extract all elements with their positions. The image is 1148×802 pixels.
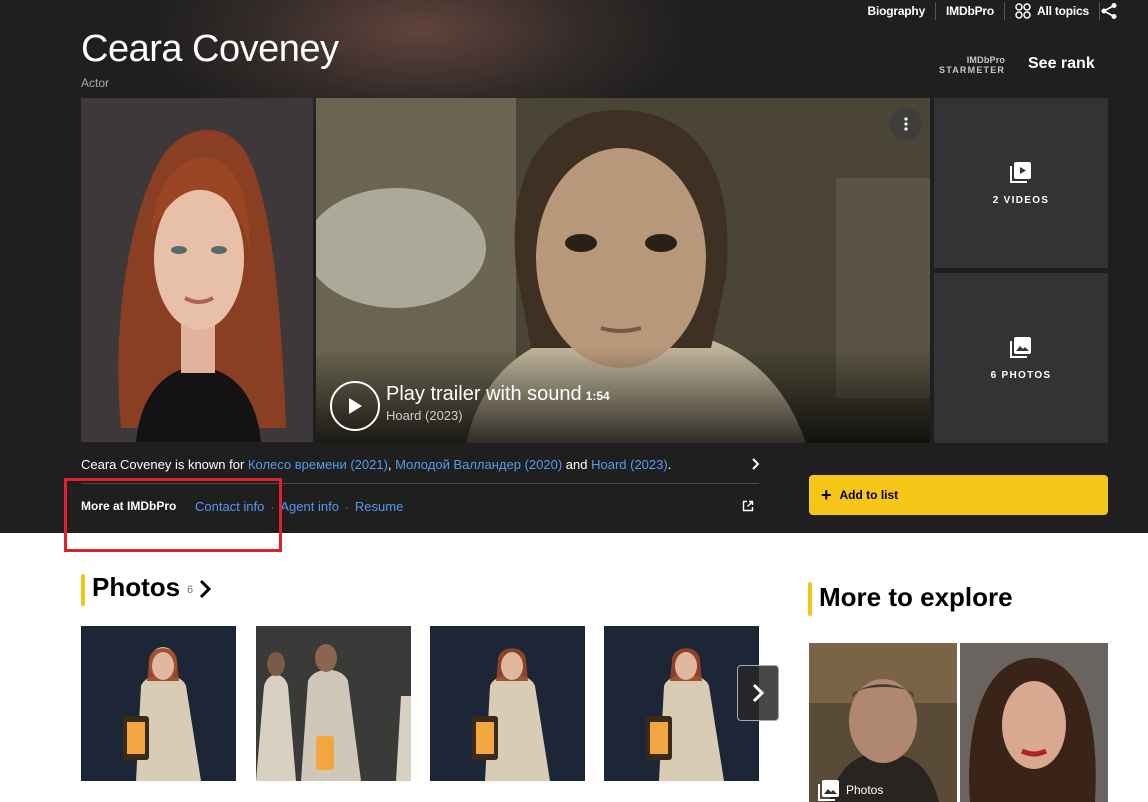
trailer-title: Hoard (2023)	[386, 408, 463, 423]
starmeter-label: IMDbPro STARMETER	[939, 55, 1005, 75]
hero-section: Biography IMDbPro All topics Ceara Coven…	[0, 0, 1148, 533]
photos-chevron-right-icon[interactable]	[197, 578, 213, 600]
photo-4-image	[604, 626, 759, 781]
agent-info-link[interactable]: Agent info	[280, 499, 339, 514]
video-options-button[interactable]	[890, 108, 922, 140]
photo-2-image	[256, 626, 411, 781]
highlight-annotation-box	[64, 478, 282, 552]
photos-section-title[interactable]: Photos	[92, 572, 180, 603]
photo-thumbnail-4[interactable]	[604, 626, 759, 781]
explore-section-accent	[808, 582, 812, 616]
photo-3-image	[430, 626, 585, 781]
trailer-label: Play trailer with sound	[386, 383, 582, 405]
known-for-link-2[interactable]: Молодой Валландер (2020)	[395, 457, 562, 472]
explore-photos-text: Photos	[846, 783, 884, 797]
resume-link[interactable]: Resume	[355, 499, 403, 514]
known-for-end: .	[667, 457, 672, 472]
add-to-list-label: Add to list	[839, 488, 899, 502]
see-rank-link[interactable]: See rank	[1028, 55, 1095, 73]
all-topics-label: All topics	[1036, 4, 1089, 18]
photo-thumbnail-2[interactable]	[256, 626, 411, 781]
known-for-link-1[interactable]: Колесо времени (2021)	[248, 457, 388, 472]
poster-portrait-image	[81, 98, 313, 442]
starmeter-title: STARMETER	[939, 65, 1006, 75]
explore-card-2[interactable]	[960, 643, 1108, 802]
photos-section-count: 6	[187, 584, 194, 596]
videos-tile[interactable]: 2 VIDEOS	[934, 98, 1108, 268]
all-topics-grid-icon	[1015, 3, 1031, 19]
chevron-right-icon[interactable]	[750, 456, 762, 472]
trailer-duration: 1:54	[585, 389, 610, 403]
nav-biography[interactable]: Biography	[858, 2, 937, 20]
external-link-icon[interactable]	[742, 500, 754, 512]
explore-card-2-image	[960, 643, 1108, 802]
nav-all-topics[interactable]: All topics	[1005, 2, 1100, 20]
starmeter-pro-label: IMDbPro	[966, 55, 1006, 65]
video-library-icon	[1010, 161, 1031, 183]
photo-1-image	[81, 626, 236, 781]
page-title: Ceara Coveney	[81, 28, 339, 70]
photo-thumbnail-3[interactable]	[430, 626, 585, 781]
photo-library-icon	[1010, 336, 1031, 358]
nav-imdbpro[interactable]: IMDbPro	[936, 2, 1005, 20]
more-vertical-icon	[904, 117, 908, 131]
known-for-prefix: Ceara Coveney is known for	[81, 457, 248, 472]
plus-icon: +	[821, 485, 832, 505]
explore-photos-label[interactable]: Photos	[818, 779, 883, 801]
photos-tile[interactable]: 6 PHOTOS	[934, 273, 1108, 443]
chevron-right-icon	[752, 683, 765, 703]
known-for-line: Ceara Coveney is known for Колесо времен…	[81, 457, 761, 472]
add-to-list-button[interactable]: + Add to list	[809, 475, 1108, 515]
photo-library-icon	[818, 780, 839, 801]
photos-next-button[interactable]	[737, 665, 779, 721]
photos-count-label: 6 PHOTOS	[990, 369, 1052, 381]
videos-count-label: 2 VIDEOS	[992, 194, 1050, 206]
play-icon	[349, 398, 362, 414]
play-trailer-button[interactable]	[330, 381, 380, 431]
known-for-link-3[interactable]: Hoard (2023)	[591, 457, 668, 472]
person-poster[interactable]	[81, 98, 313, 442]
share-icon[interactable]	[1100, 2, 1118, 20]
known-for-and: and	[562, 457, 592, 472]
trailer-caption[interactable]: Play trailer with sound 1:54 Hoard (2023)	[386, 383, 610, 423]
person-role: Actor	[81, 76, 110, 90]
photo-thumbnail-1[interactable]	[81, 626, 236, 781]
explore-section-title: More to explore	[819, 582, 1013, 612]
trailer-player[interactable]: Play trailer with sound 1:54 Hoard (2023)	[316, 98, 930, 443]
link-separator: ·	[344, 499, 349, 514]
photos-section-accent	[81, 574, 85, 606]
